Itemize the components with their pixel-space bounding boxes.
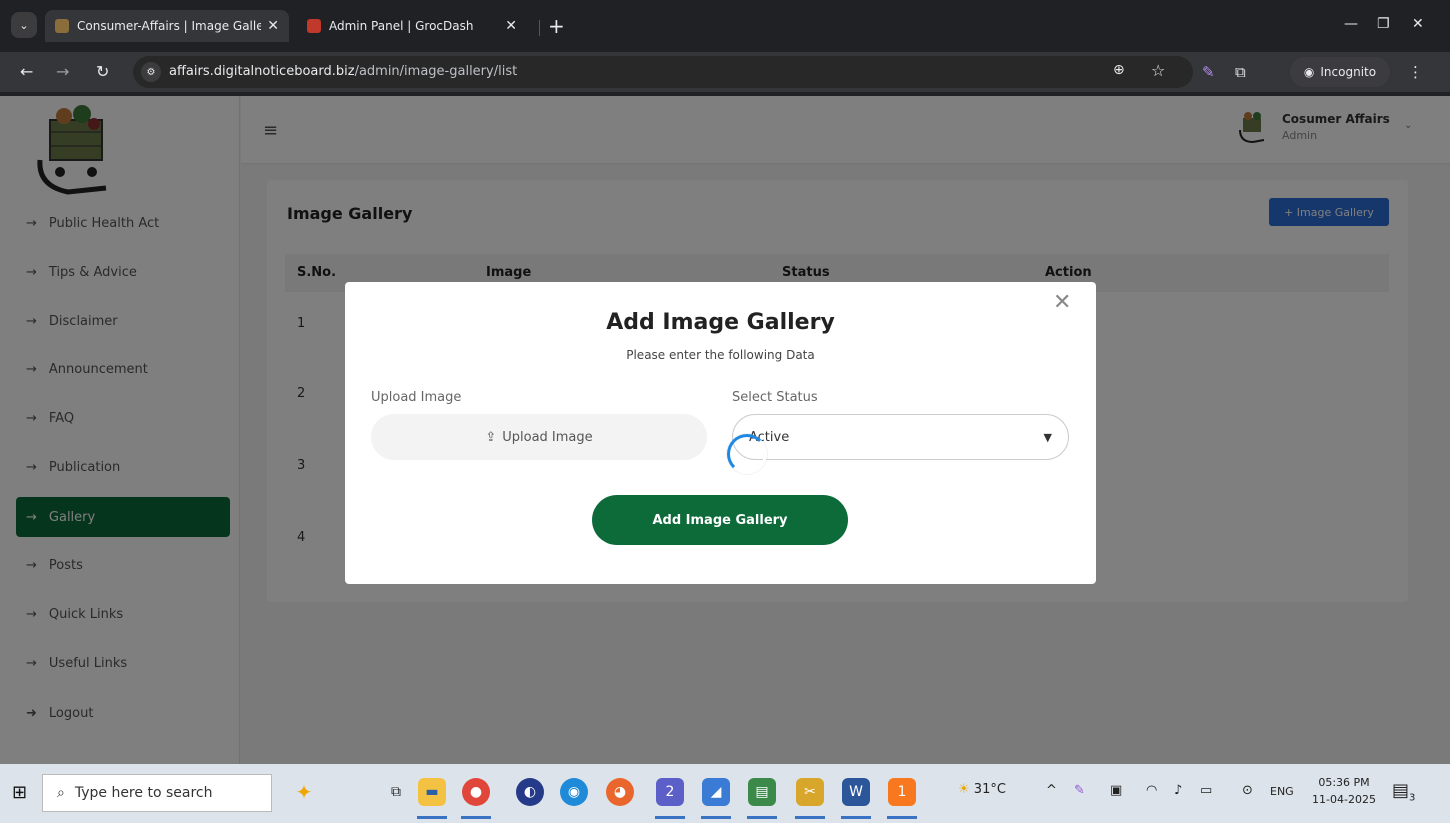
tab-divider <box>539 20 540 36</box>
active-app-indicator <box>747 816 777 819</box>
upload-button-label: Upload Image <box>502 429 593 445</box>
back-icon[interactable]: ← <box>20 62 33 81</box>
status-select[interactable]: Active ▼ <box>732 414 1069 460</box>
snipping-tool-icon[interactable]: ✂ <box>796 778 824 806</box>
firefox-icon[interactable]: ◕ <box>606 778 634 806</box>
system-clock[interactable]: 05:36 PM 11-04-2025 <box>1312 774 1376 808</box>
notification-count: 3 <box>1409 792 1416 804</box>
chrome-icon[interactable]: ● <box>462 778 490 806</box>
tab-title: Consumer-Affairs | Image Galle <box>77 19 262 33</box>
tab-title: Admin Panel | GrocDash <box>329 19 474 33</box>
app-area: →Public Health Act →Tips & Advice →Discl… <box>0 96 1450 764</box>
zoom-icon[interactable]: ⊕ <box>1113 62 1125 78</box>
active-app-indicator <box>655 816 685 819</box>
skype-icon[interactable]: 1 <box>888 778 916 806</box>
url-path: /admin/image-gallery/list <box>354 64 518 79</box>
tab-consumer-affairs[interactable]: Consumer-Affairs | Image Galle ✕ <box>45 10 289 42</box>
incognito-badge[interactable]: ◉ Incognito <box>1290 57 1390 87</box>
cart-favicon-icon <box>55 19 69 33</box>
modal-title: Add Image Gallery <box>606 310 835 335</box>
add-image-gallery-modal: ✕ Add Image Gallery Please enter the fol… <box>345 282 1096 584</box>
teams-badge: 2 <box>665 784 675 800</box>
weather-widget[interactable]: ☀ 31°C <box>958 782 1006 797</box>
upload-image-label: Upload Image <box>371 390 462 405</box>
battery-icon[interactable]: ▭ <box>1200 783 1212 798</box>
url-host: affairs.digitalnoticeboard.biz <box>169 64 355 79</box>
browser-chrome: ⌄ Consumer-Affairs | Image Galle ✕ Admin… <box>0 0 1450 96</box>
forward-icon[interactable]: → <box>56 62 69 81</box>
windows-taskbar: ⊞ ⌕ Type here to search ✦ ⧉ ▬ ● ◐ ◉ ◕ 2 … <box>0 764 1450 823</box>
caret-down-icon: ▼ <box>1043 431 1052 444</box>
upload-image-button[interactable]: ⇪ Upload Image <box>371 414 707 460</box>
search-icon: ⌕ <box>57 785 65 801</box>
sun-icon: ☀ <box>958 782 974 797</box>
pen-extension-icon[interactable]: ✎ <box>1202 63 1215 81</box>
eclipse-icon[interactable]: ◐ <box>516 778 544 806</box>
clock-time: 05:36 PM <box>1318 776 1370 789</box>
restore-icon[interactable]: ❐ <box>1377 16 1390 32</box>
active-app-indicator <box>461 816 491 819</box>
minimize-icon[interactable]: — <box>1344 16 1358 32</box>
chart-app-icon[interactable]: ▤ <box>748 778 776 806</box>
upload-icon: ⇪ <box>485 429 497 445</box>
teams-icon[interactable]: 2 <box>656 778 684 806</box>
grocdash-favicon-icon <box>307 19 321 33</box>
wifi-icon[interactable]: ◠ <box>1146 783 1157 798</box>
word-icon[interactable]: W <box>842 778 870 806</box>
incognito-label: Incognito <box>1320 65 1377 79</box>
loading-spinner-icon <box>727 434 767 474</box>
new-tab-icon[interactable]: + <box>548 14 565 38</box>
edge-icon[interactable]: ◉ <box>560 778 588 806</box>
task-view-icon[interactable]: ⧉ <box>382 778 410 806</box>
active-app-indicator <box>795 816 825 819</box>
windows-start-icon[interactable]: ⊞ <box>12 782 27 803</box>
file-explorer-icon[interactable]: ▬ <box>418 778 446 806</box>
select-status-label: Select Status <box>732 390 818 405</box>
browser-menu-icon[interactable]: ⋮ <box>1408 63 1423 81</box>
bookmark-star-icon[interactable]: ☆ <box>1151 61 1165 80</box>
extensions-icon[interactable]: ⧉ <box>1235 63 1246 81</box>
add-image-gallery-submit-button[interactable]: Add Image Gallery <box>592 495 848 545</box>
incognito-icon: ◉ <box>1303 65 1315 79</box>
language-indicator[interactable]: ENG <box>1270 785 1294 798</box>
volume-icon[interactable]: ♪ <box>1174 783 1182 798</box>
active-app-indicator <box>701 816 731 819</box>
vm-app-icon[interactable]: ◢ <box>702 778 730 806</box>
notification-center-icon[interactable]: ▤3 <box>1392 780 1415 804</box>
taskbar-search-input[interactable]: ⌕ Type here to search <box>42 774 272 812</box>
close-tab-icon[interactable]: ✕ <box>505 18 517 34</box>
reload-icon[interactable]: ↻ <box>96 62 109 81</box>
clock-date: 11-04-2025 <box>1312 793 1376 806</box>
skype-badge: 1 <box>897 784 907 800</box>
site-info-icon[interactable]: ⚙ <box>141 62 161 82</box>
tab-strip: ⌄ Consumer-Affairs | Image Galle ✕ Admin… <box>0 8 1450 46</box>
modal-subtitle: Please enter the following Data <box>626 348 815 362</box>
url-text[interactable]: affairs.digitalnoticeboard.biz/admin/ima… <box>169 64 517 79</box>
copilot-sparkle-icon[interactable]: ✦ <box>290 778 318 806</box>
weather-temp: 31°C <box>973 782 1006 797</box>
display-tray-icon[interactable]: ▣ <box>1110 783 1122 798</box>
pen-tray-icon[interactable]: ✎ <box>1074 783 1085 798</box>
tab-admin-panel[interactable]: Admin Panel | GrocDash ✕ <box>297 10 527 42</box>
active-app-indicator <box>841 816 871 819</box>
active-app-indicator <box>887 816 917 819</box>
active-app-indicator <box>417 816 447 819</box>
address-bar[interactable]: ⚙ affairs.digitalnoticeboard.biz/admin/i… <box>133 56 1193 88</box>
close-tab-icon[interactable]: ✕ <box>267 18 279 34</box>
meet-now-icon[interactable]: ⊙ <box>1242 783 1253 798</box>
tab-search-icon[interactable]: ⌄ <box>11 12 37 38</box>
tray-chevron-up-icon[interactable]: ^ <box>1046 783 1057 798</box>
search-placeholder: Type here to search <box>74 785 213 801</box>
browser-toolbar: ← → ↻ ⚙ affairs.digitalnoticeboard.biz/a… <box>0 52 1450 92</box>
window-close-icon[interactable]: ✕ <box>1412 16 1424 32</box>
